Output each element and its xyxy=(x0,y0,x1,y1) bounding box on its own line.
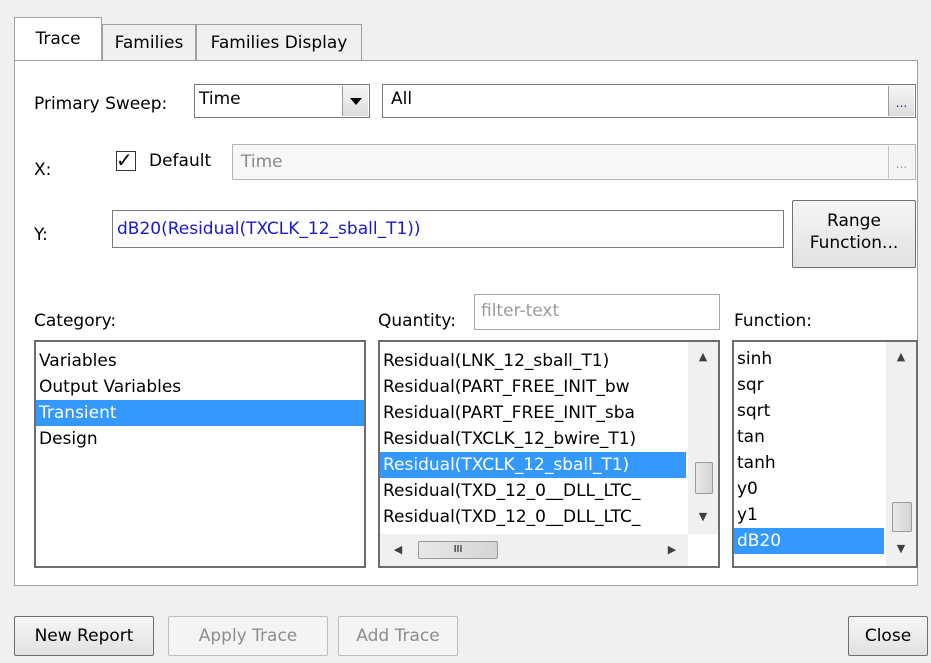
function-vertical-scrollbar[interactable]: ▲ ▼ xyxy=(886,342,916,566)
list-item[interactable]: Design xyxy=(36,426,364,452)
apply-trace-label: Apply Trace xyxy=(198,626,298,646)
add-trace-button: Add Trace xyxy=(338,616,458,656)
scroll-right-icon[interactable]: ▶ xyxy=(662,543,682,556)
function-list[interactable]: sinh sqr sqrt tan tanh y0 y1 dB20 ▲ ▼ xyxy=(732,340,918,568)
x-expression-field: Time ... xyxy=(232,144,916,180)
tab-trace[interactable]: Trace xyxy=(14,17,102,60)
scroll-up-icon[interactable]: ▲ xyxy=(891,350,911,363)
checkmark-icon: ✓ xyxy=(116,148,133,172)
add-trace-label: Add Trace xyxy=(356,626,440,646)
scroll-thumb[interactable]: III xyxy=(418,541,498,559)
sweep-range-field[interactable]: All ... xyxy=(382,84,916,118)
scroll-down-icon[interactable]: ▼ xyxy=(891,542,911,555)
scroll-down-icon[interactable]: ▼ xyxy=(693,510,713,523)
close-button[interactable]: Close xyxy=(848,616,928,656)
list-item-selected[interactable]: Transient xyxy=(36,400,364,426)
new-report-label: New Report xyxy=(34,626,134,646)
primary-sweep-value: Time xyxy=(199,89,241,109)
ellipsis-icon: ... xyxy=(895,157,908,171)
quantity-filter-placeholder: filter-text xyxy=(481,301,560,321)
chevron-down-icon xyxy=(350,98,362,105)
tab-trace-label: Trace xyxy=(35,29,81,49)
y-expression-input[interactable]: dB20(Residual(TXCLK_12_sball_T1)) xyxy=(112,210,784,248)
tab-families-label: Families xyxy=(114,33,184,53)
quantity-label: Quantity: xyxy=(378,311,456,331)
scroll-up-icon[interactable]: ▲ xyxy=(693,350,713,363)
sweep-range-ellipsis-button[interactable]: ... xyxy=(888,86,914,116)
list-item[interactable]: Variables xyxy=(36,348,364,374)
tab-families-display-label: Families Display xyxy=(210,33,348,53)
sweep-range-value: All xyxy=(391,89,413,109)
range-button-line2: Function... xyxy=(809,233,899,253)
apply-trace-button: Apply Trace xyxy=(168,616,328,656)
list-item[interactable]: Residual(TXD_12_0__DLL_LTC_ xyxy=(380,478,686,504)
primary-sweep-label: Primary Sweep: xyxy=(34,94,168,114)
new-report-button[interactable]: New Report xyxy=(14,616,154,656)
primary-sweep-select[interactable]: Time xyxy=(194,84,370,118)
list-item[interactable]: Residual(TXCLK_12_bwire_T1) xyxy=(380,426,686,452)
list-item[interactable]: Residual(PART_FREE_INIT_sba xyxy=(380,400,686,426)
list-item[interactable]: y0 xyxy=(734,476,884,502)
list-item[interactable]: tanh xyxy=(734,450,884,476)
tab-families-display[interactable]: Families Display xyxy=(196,24,362,60)
quantity-vertical-scrollbar[interactable]: ▲ ▼ xyxy=(688,342,718,534)
y-label: Y: xyxy=(34,225,48,245)
scroll-thumb[interactable] xyxy=(695,462,713,494)
list-item[interactable]: Residual(LNK_12_sball_T1) xyxy=(380,348,686,374)
list-item-selected[interactable]: Residual(TXCLK_12_sball_T1) xyxy=(380,452,686,478)
default-label: Default xyxy=(149,151,212,171)
quantity-horizontal-scrollbar[interactable]: ◀ III ▶ xyxy=(380,534,688,566)
list-item[interactable]: sqr xyxy=(734,372,884,398)
dropdown-button[interactable] xyxy=(342,86,368,116)
tab-families[interactable]: Families xyxy=(102,24,196,60)
default-checkbox[interactable]: ✓ xyxy=(116,148,136,172)
close-label: Close xyxy=(864,626,912,646)
x-label: X: xyxy=(34,160,52,180)
scroll-thumb[interactable] xyxy=(892,502,912,532)
list-item[interactable]: Residual(TXD_12_0__DLL_LTC_ xyxy=(380,504,686,530)
list-item[interactable]: Output Variables xyxy=(36,374,364,400)
list-item[interactable]: tan xyxy=(734,424,884,450)
scroll-left-icon[interactable]: ◀ xyxy=(388,543,408,556)
grip-icon: III xyxy=(453,544,463,555)
list-item[interactable]: sinh xyxy=(734,346,884,372)
category-list[interactable]: Variables Output Variables Transient Des… xyxy=(34,340,366,568)
x-ellipsis-button: ... xyxy=(888,146,914,178)
quantity-list[interactable]: Residual(LNK_12_sball_T1) Residual(PART_… xyxy=(378,340,720,568)
category-label: Category: xyxy=(34,311,117,331)
range-button-line1: Range xyxy=(827,211,881,231)
ellipsis-icon: ... xyxy=(895,96,908,110)
y-expression-value: dB20(Residual(TXCLK_12_sball_T1)) xyxy=(117,219,421,239)
list-item-selected[interactable]: dB20 xyxy=(734,528,884,554)
list-item[interactable]: sqrt xyxy=(734,398,884,424)
list-item[interactable]: y1 xyxy=(734,502,884,528)
quantity-filter-input[interactable]: filter-text xyxy=(474,294,720,330)
list-item[interactable]: Residual(PART_FREE_INIT_bw xyxy=(380,374,686,400)
x-expression-value: Time xyxy=(241,152,283,172)
function-label: Function: xyxy=(734,311,813,331)
range-function-button[interactable]: Range Function... xyxy=(792,200,916,268)
